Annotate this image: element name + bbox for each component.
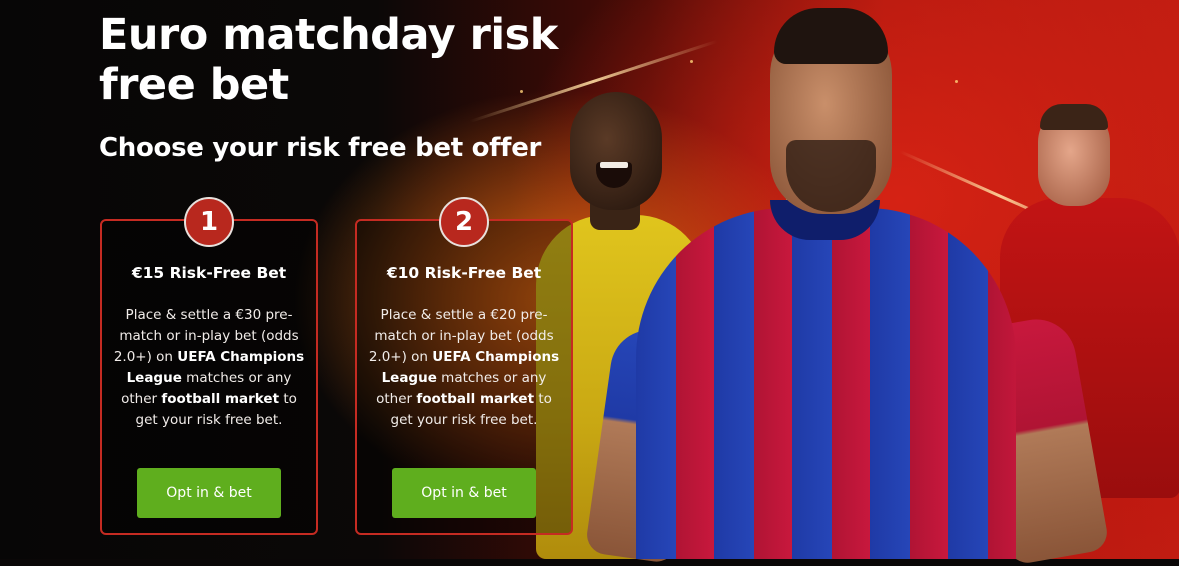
- step-badge-2: 2: [439, 197, 489, 247]
- opt-in-bet-button-2[interactable]: Opt in & bet: [392, 468, 536, 518]
- promo-headline: Euro matchday risk free bet: [99, 10, 558, 110]
- opt-in-bet-button-1[interactable]: Opt in & bet: [137, 468, 281, 518]
- step-badge-1: 1: [184, 197, 234, 247]
- offer-desc-bold: football market: [161, 391, 280, 407]
- offer-title-1: €15 Risk-Free Bet: [131, 264, 287, 282]
- promo-subheadline: Choose your risk free bet offer: [99, 133, 542, 163]
- offer-card-1: 1 €15 Risk-Free Bet Place & settle a €30…: [100, 197, 318, 535]
- offer-description-2: Place & settle a €20 pre-match or in-pla…: [367, 305, 561, 431]
- player-right-hair: [1040, 104, 1108, 130]
- offer-card-2: 2 €10 Risk-Free Bet Place & settle a €20…: [355, 197, 573, 535]
- player-left-teeth: [600, 162, 628, 168]
- player-main-jersey: [636, 208, 1016, 559]
- offer-title-2: €10 Risk-Free Bet: [386, 264, 542, 282]
- player-main-hair: [774, 8, 888, 64]
- offer-desc-bold: football market: [416, 391, 535, 407]
- offer-description-1: Place & settle a €30 pre-match or in-pla…: [112, 305, 306, 431]
